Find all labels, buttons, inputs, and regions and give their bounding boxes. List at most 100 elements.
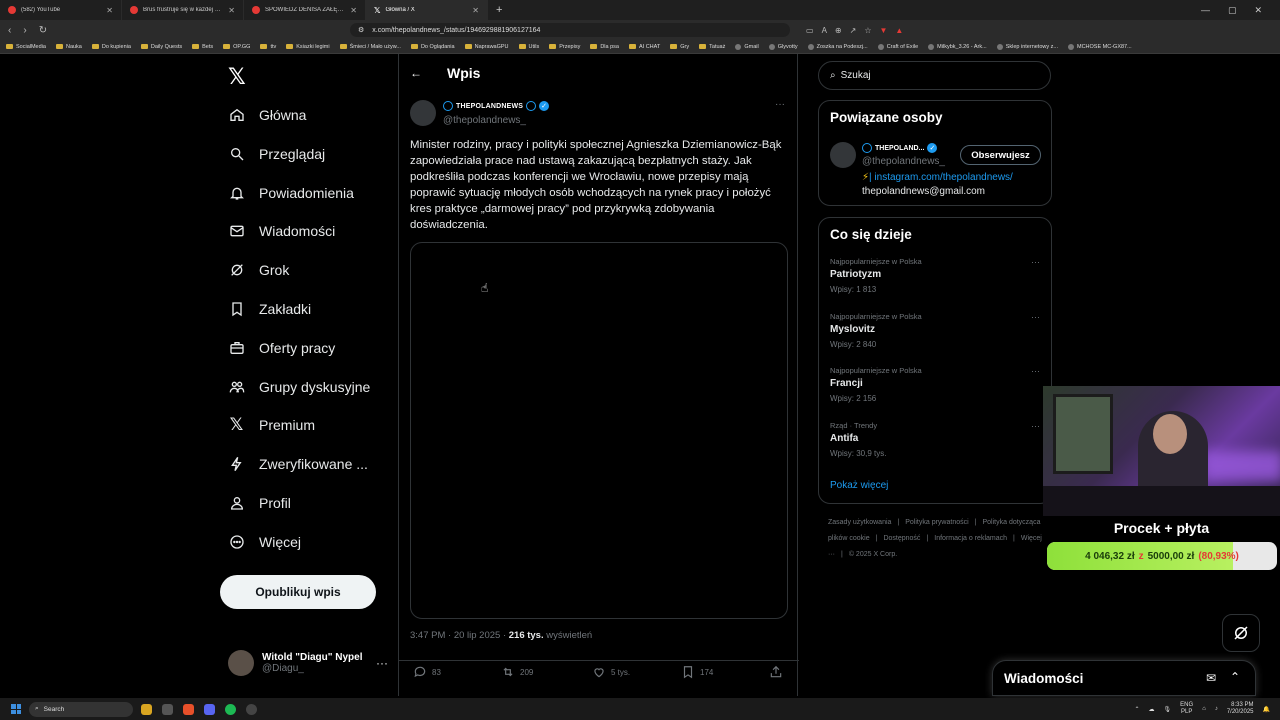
- nav-item-4[interactable]: Grok: [228, 256, 289, 284]
- post-media[interactable]: ☝: [410, 242, 788, 619]
- nav-item-10[interactable]: Profil: [228, 489, 291, 517]
- author-name-row[interactable]: THEPOLANDNEWS ✓: [443, 101, 550, 111]
- tray-arrow-icon[interactable]: ⌃: [1135, 706, 1140, 713]
- trend-item[interactable]: Najpopularniejsze w Polska Myslovitz Wpisy…: [830, 312, 1040, 349]
- bookmark-item[interactable]: Zoszka na Podeszj...: [807, 43, 868, 50]
- nav-item-8[interactable]: 𝕏 Premium: [228, 411, 315, 439]
- reply-button[interactable]: 83: [413, 665, 441, 679]
- maximize-icon[interactable]: ▢: [1228, 5, 1237, 16]
- related-handle[interactable]: @thepolandnews_: [862, 156, 945, 167]
- url-field[interactable]: ⚙ x.com/thepolandnews_/status/1946929881…: [350, 23, 790, 37]
- related-avatar[interactable]: [830, 142, 856, 168]
- repost-button[interactable]: 209: [501, 665, 533, 679]
- messages-dock[interactable]: Wiadomości ✉ ⌃: [992, 660, 1256, 696]
- trend-item[interactable]: Rząd · Trendy Antifa Wpisy: 30,9 tys. ···: [830, 421, 1040, 458]
- share-icon[interactable]: ↗: [850, 26, 857, 35]
- bookmark-item[interactable]: Utils: [518, 44, 539, 50]
- bookmark-item[interactable]: Bets: [192, 44, 213, 50]
- back-arrow-icon[interactable]: ‹: [8, 25, 11, 36]
- bookmark-item[interactable]: Daily Quests: [140, 44, 182, 50]
- nav-item-9[interactable]: Zweryfikowane ...: [228, 450, 368, 478]
- bio-link[interactable]: ⚡| instagram.com/thepolandnews/: [862, 172, 1013, 183]
- bookmark-star-icon[interactable]: ☆: [864, 26, 871, 35]
- bookmark-item[interactable]: Nauka: [55, 44, 82, 50]
- bookmark-item[interactable]: Sklep internetowy z...: [996, 43, 1058, 50]
- related-name-row[interactable]: THEPOLAND... ✓: [862, 143, 938, 153]
- brave-rewards-icon[interactable]: ▲: [895, 26, 903, 35]
- post-time[interactable]: 3:47 PM · 20 lip 2025 ·: [410, 630, 509, 641]
- browser-tab-youtube[interactable]: (582) YouTube ✕: [0, 0, 122, 20]
- close-tab-icon[interactable]: ✕: [228, 6, 235, 15]
- forward-arrow-icon[interactable]: ›: [23, 25, 26, 36]
- calendar-icon[interactable]: [162, 703, 173, 715]
- spotify-icon[interactable]: [225, 703, 236, 715]
- search-input[interactable]: ⌕ Szukaj: [818, 61, 1051, 90]
- expand-icon[interactable]: ⌃: [1230, 670, 1240, 684]
- more-options-icon[interactable]: ···: [775, 99, 785, 110]
- back-arrow-icon[interactable]: ←: [410, 66, 422, 80]
- like-button[interactable]: 5 tys.: [592, 665, 630, 679]
- file-explorer-icon[interactable]: [141, 703, 152, 715]
- share-button[interactable]: [769, 665, 783, 679]
- bookmark-item[interactable]: Przepisy: [549, 44, 580, 50]
- install-icon[interactable]: ▭: [806, 26, 814, 35]
- trend-more-icon[interactable]: ···: [1031, 421, 1040, 431]
- close-tab-icon[interactable]: ✕: [106, 6, 113, 15]
- trend-item[interactable]: Najpopularniejsze w Polska Patriotyzm Wpis…: [830, 257, 1040, 294]
- bookmark-item[interactable]: Do Oglądania: [410, 44, 455, 50]
- trend-more-icon[interactable]: ···: [1031, 312, 1040, 322]
- bookmark-item[interactable]: AI CHAT: [628, 44, 660, 50]
- windows-start-icon[interactable]: [11, 704, 21, 714]
- browser-tab-brus[interactable]: Brus frustruje się w każdej grze... - Yo…: [122, 0, 244, 20]
- mic-icon[interactable]: 🎙: [1164, 706, 1172, 713]
- brave-shield-icon[interactable]: ▼: [879, 26, 887, 35]
- nav-item-3[interactable]: Wiadomości: [228, 217, 335, 245]
- browser-tab-spowiedz[interactable]: SPOWIEDŹ DENISA ZAŁĘCKIEGO I SM ✕: [244, 0, 366, 20]
- bookmark-item[interactable]: SocialMedia: [6, 44, 46, 50]
- footer-link[interactable]: Zasady użytkowania: [828, 519, 891, 526]
- bookmark-item[interactable]: ttv: [260, 44, 276, 50]
- bookmark-item[interactable]: MCHOSE MC-GX87...: [1067, 43, 1132, 50]
- bookmark-item[interactable]: OP.GG: [223, 44, 250, 50]
- volume-icon[interactable]: ♪: [1215, 706, 1218, 712]
- minimize-icon[interactable]: —: [1201, 5, 1210, 16]
- footer-link[interactable]: Informacja o reklamach: [934, 535, 1007, 542]
- nav-item-1[interactable]: Przeglądaj: [228, 140, 325, 168]
- cloud-icon[interactable]: ☁: [1149, 706, 1155, 713]
- bookmark-item[interactable]: Dla psa: [590, 44, 619, 50]
- trend-more-icon[interactable]: ···: [1031, 257, 1040, 267]
- grok-button[interactable]: [1222, 614, 1260, 652]
- account-switcher[interactable]: Witold "Diagu" Nypel @Diagu_ ···: [228, 650, 388, 676]
- bookmark-item[interactable]: Śmieci / Mało używ...: [339, 44, 401, 50]
- trend-more-icon[interactable]: ···: [1031, 366, 1040, 376]
- author-handle[interactable]: @thepolandnews_: [443, 115, 526, 126]
- bookmark-item[interactable]: Gmail: [735, 43, 759, 50]
- close-tab-icon[interactable]: ✕: [350, 6, 357, 15]
- publish-button[interactable]: Opublikuj wpis: [220, 575, 376, 609]
- bookmark-item[interactable]: Gry: [670, 44, 689, 50]
- bookmark-item[interactable]: Craft of Exile: [877, 43, 918, 50]
- bookmark-button[interactable]: 174: [681, 665, 713, 679]
- discord-icon[interactable]: [204, 703, 215, 715]
- x-logo-icon[interactable]: 𝕏: [228, 64, 246, 90]
- close-tab-icon[interactable]: ✕: [472, 6, 479, 15]
- clock[interactable]: 8:33 PM 7/20/2025: [1227, 702, 1254, 716]
- bookmark-item[interactable]: Do kupienia: [91, 44, 131, 50]
- nav-item-0[interactable]: Główna: [228, 101, 306, 129]
- reload-icon[interactable]: ↻: [39, 25, 47, 36]
- trend-item[interactable]: Najpopularniejsze w Polska Francji Wpisy: …: [830, 366, 1040, 403]
- obs-icon[interactable]: [246, 703, 257, 715]
- following-button[interactable]: Obserwujesz: [960, 145, 1041, 165]
- nav-item-6[interactable]: Oferty pracy: [228, 334, 335, 362]
- footer-link[interactable]: Dostępność: [883, 535, 920, 542]
- nav-item-5[interactable]: Zakładki: [228, 295, 311, 323]
- site-info-icon[interactable]: ⚙: [358, 26, 364, 34]
- bookmark-item[interactable]: Ksiazki legimi: [286, 44, 330, 50]
- author-avatar[interactable]: [410, 100, 436, 126]
- bookmark-item[interactable]: Glyvotty: [768, 43, 798, 50]
- language-indicator[interactable]: ENG PLP: [1180, 702, 1193, 716]
- notifications-icon[interactable]: 🔔: [1263, 706, 1270, 713]
- browser-tab-x[interactable]: 𝕏 Główna / X ✕: [366, 0, 488, 20]
- close-window-icon[interactable]: ✕: [1254, 5, 1262, 16]
- bookmark-item[interactable]: Tatuaż: [699, 44, 725, 50]
